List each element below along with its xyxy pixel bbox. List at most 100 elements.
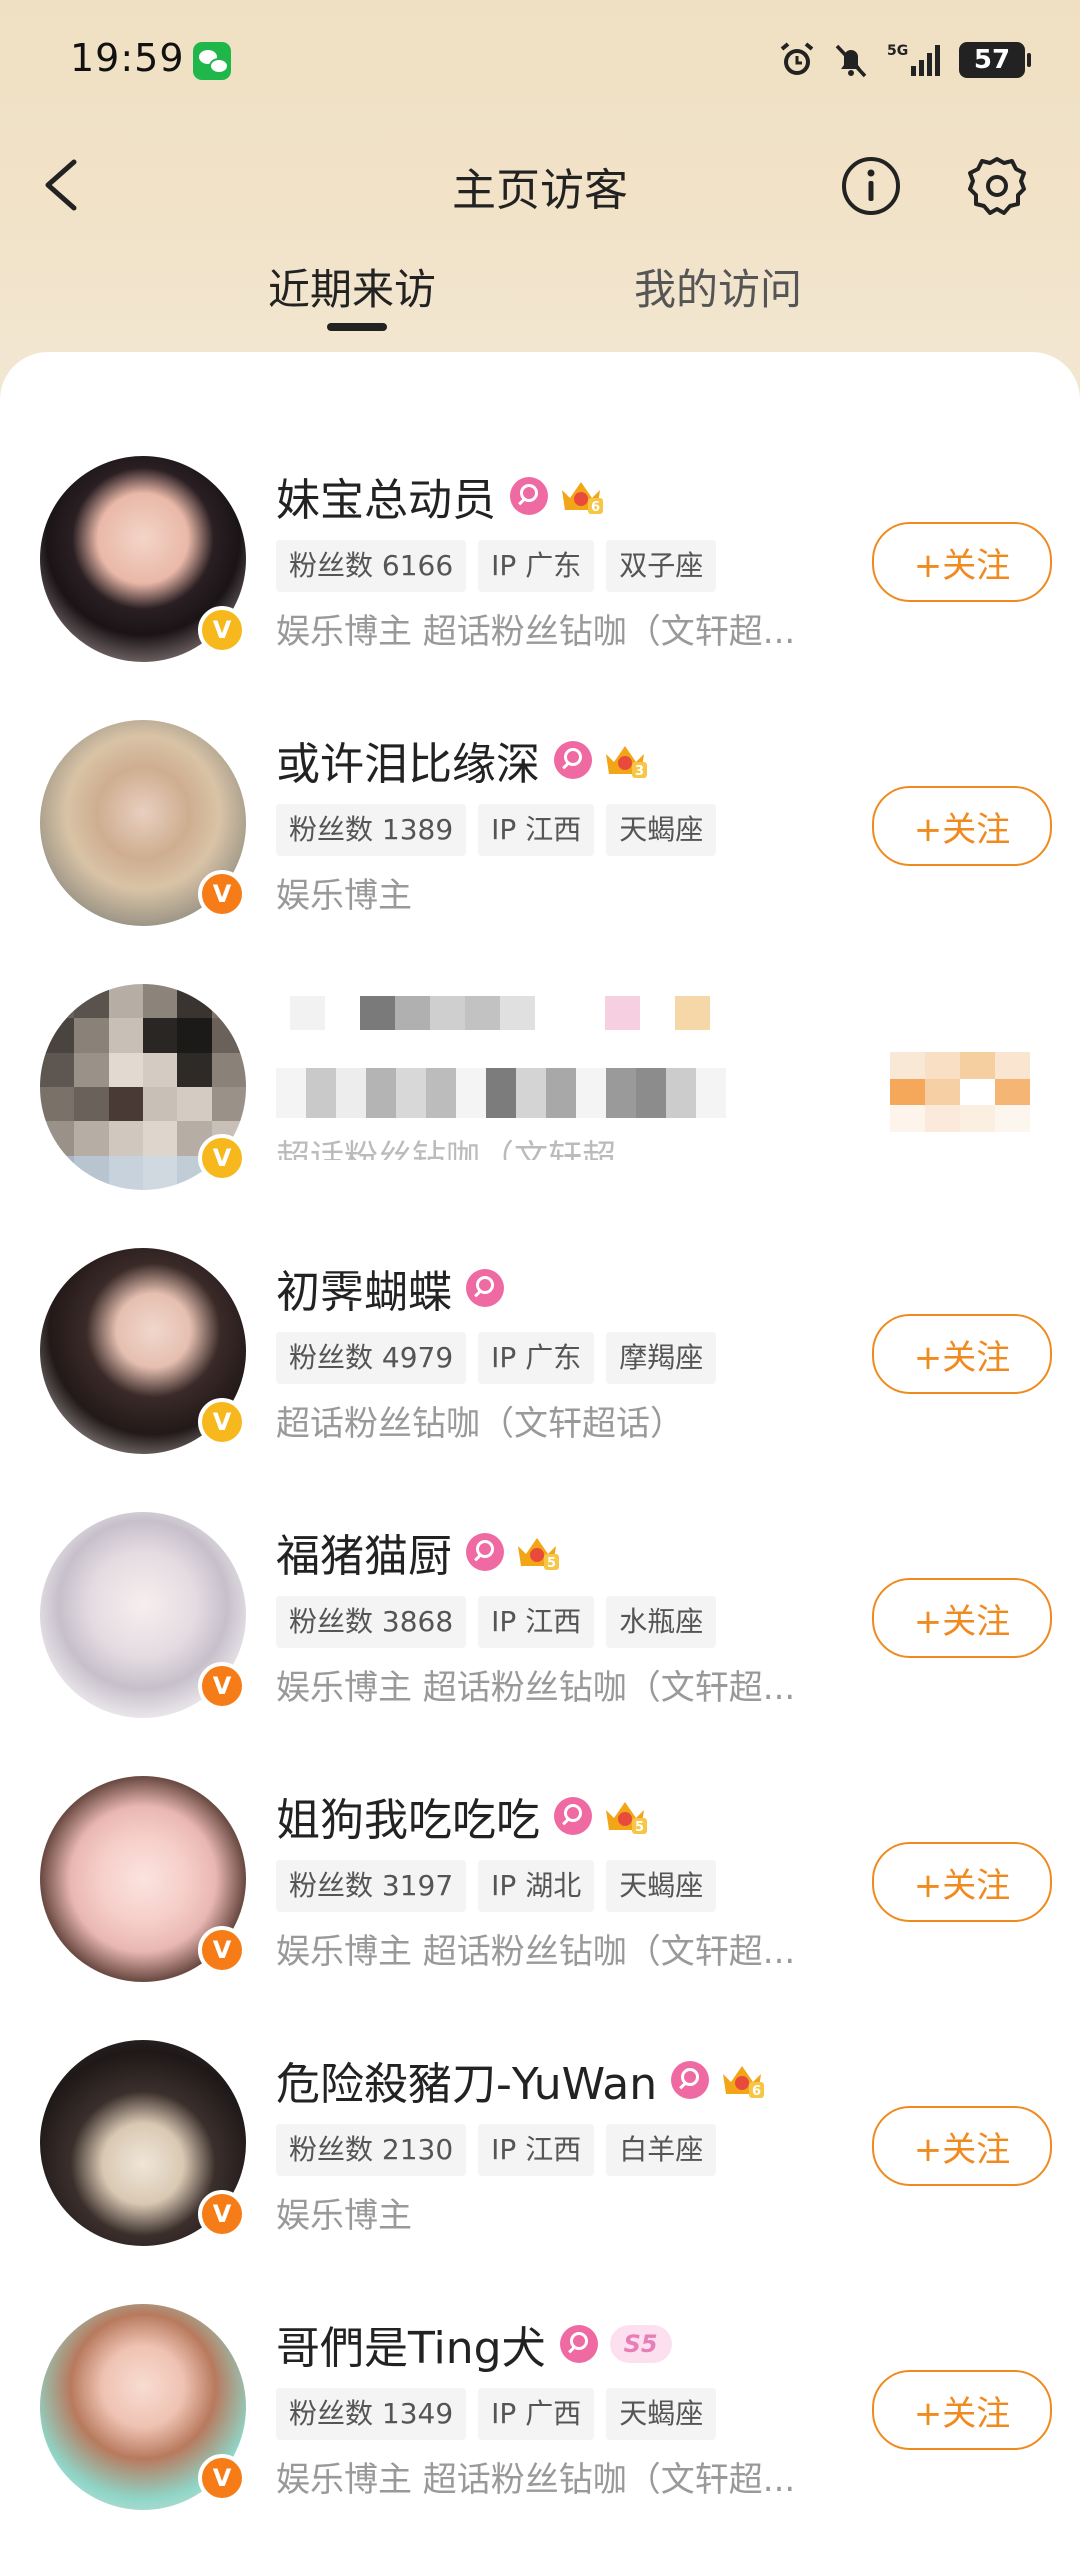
- fans-count-tag: 粉丝数 4979: [276, 1332, 467, 1384]
- username[interactable]: 初霁蝴蝶: [276, 1256, 504, 1320]
- ip-location-tag: IP 江西: [478, 2124, 595, 2176]
- svg-text:5G: 5G: [887, 43, 908, 59]
- username[interactable]: 妹宝总动员 6: [276, 464, 604, 528]
- tags: 粉丝数 1389 IP 江西 天蝎座: [276, 804, 717, 856]
- status-icons: 5G 57: [777, 38, 1031, 82]
- ip-location-tag: IP 广西: [478, 2388, 595, 2440]
- follow-button[interactable]: +关注: [872, 786, 1052, 866]
- follow-label: +关注: [913, 809, 1011, 850]
- zodiac-tag: 天蝎座: [606, 804, 717, 856]
- username[interactable]: 姐狗我吃吃吃 5: [276, 1784, 648, 1848]
- crown-level-icon: 3: [606, 746, 647, 779]
- user-description: 娱乐博主: [276, 876, 412, 916]
- tab-my-visits[interactable]: 我的访问: [634, 256, 802, 317]
- user-description: 娱乐博主 超话粉丝钻咖（文轩超...: [276, 2460, 796, 2500]
- gear-icon[interactable]: [966, 155, 1028, 217]
- username-text: 危险殺豬刀-YuWan: [276, 2059, 658, 2110]
- verified-badge: V: [198, 1926, 246, 1974]
- list-item[interactable]: V 危险殺豬刀-YuWan 6 粉丝数 2130 IP 江西 白羊座 娱乐博主 …: [0, 2038, 1080, 2302]
- female-icon: [554, 1797, 592, 1835]
- username[interactable]: 福猪猫厨 5: [276, 1520, 560, 1584]
- username-text: 妹宝总动员: [276, 475, 496, 526]
- fans-count-tag: 粉丝数 3868: [276, 1596, 467, 1648]
- female-icon: [510, 477, 548, 515]
- status-bar: 19:59 5G 57: [0, 0, 1080, 120]
- username-pixelated: [290, 996, 710, 1030]
- tags: 粉丝数 3868 IP 江西 水瓶座: [276, 1596, 717, 1648]
- list-item-blurred[interactable]: V 超话粉丝钻咖（文轩超: [0, 982, 1080, 1246]
- list-item[interactable]: V 妹宝总动员 6 粉丝数 6166 IP 广东 双子座 娱乐博主 超话粉丝钻咖…: [0, 454, 1080, 718]
- fans-count-tag: 粉丝数 1389: [276, 804, 467, 856]
- user-description: 娱乐博主 超话粉丝钻咖（文轩超...: [276, 612, 796, 652]
- alarm-icon: [780, 42, 814, 75]
- tags: 粉丝数 4979 IP 广东 摩羯座: [276, 1332, 717, 1384]
- follow-label: +关注: [913, 2393, 1011, 2434]
- verified-badge: V: [198, 606, 246, 654]
- svg-text:3: 3: [635, 764, 644, 779]
- username[interactable]: 危险殺豬刀-YuWan 6: [276, 2048, 765, 2112]
- list-item[interactable]: V 哥們是Ting犬 S5 粉丝数 1349 IP 广西 天蝎座 娱乐博主 超话…: [0, 2302, 1080, 2566]
- user-description: 超话粉丝钻咖（文轩超: [276, 1138, 616, 1160]
- female-icon: [466, 1269, 504, 1307]
- username-text: 姐狗我吃吃吃: [276, 1795, 540, 1846]
- svg-text:5: 5: [635, 1820, 644, 1835]
- crown-level-icon: 5: [606, 1802, 647, 1835]
- ip-location-tag: IP 广东: [478, 1332, 595, 1384]
- fans-count-tag: 粉丝数 2130: [276, 2124, 467, 2176]
- page-title: 主页访客: [452, 165, 628, 216]
- fans-count-tag: 粉丝数 6166: [276, 540, 467, 592]
- ip-location-tag: IP 江西: [478, 1596, 595, 1648]
- verified-badge: V: [198, 1134, 246, 1182]
- verified-badge: V: [198, 2190, 246, 2238]
- level-badge: S5: [609, 2325, 672, 2363]
- zodiac-tag: 天蝎座: [606, 2388, 717, 2440]
- verified-badge: V: [198, 2454, 246, 2502]
- tags: 粉丝数 1349 IP 广西 天蝎座: [276, 2388, 717, 2440]
- follow-button[interactable]: +关注: [872, 1314, 1052, 1394]
- tags: 粉丝数 2130 IP 江西 白羊座: [276, 2124, 717, 2176]
- verified-badge: V: [198, 870, 246, 918]
- follow-button[interactable]: +关注: [872, 1842, 1052, 1922]
- active-tab-indicator: [327, 323, 387, 331]
- zodiac-tag: 摩羯座: [606, 1332, 717, 1384]
- battery-icon: 57: [959, 42, 1031, 78]
- female-icon: [671, 2061, 710, 2099]
- fans-count-tag: 粉丝数 1349: [276, 2388, 467, 2440]
- follow-button[interactable]: +关注: [872, 2370, 1052, 2450]
- crown-level-icon: 5: [518, 1538, 559, 1571]
- tags-pixelated: [276, 1068, 726, 1118]
- verified-badge: V: [198, 1398, 246, 1446]
- crown-level-icon: 6: [723, 2066, 765, 2099]
- list-item[interactable]: V 或许泪比缘深 3 粉丝数 1389 IP 江西 天蝎座 娱乐博主 +关注: [0, 718, 1080, 982]
- follow-label: +关注: [913, 1865, 1011, 1906]
- svg-text:6: 6: [591, 500, 600, 515]
- list-item[interactable]: V 初霁蝴蝶 粉丝数 4979 IP 广东 摩羯座 超话粉丝钻咖（文轩超话） +…: [0, 1246, 1080, 1510]
- status-time: 19:59: [70, 36, 185, 80]
- follow-button-pixelated[interactable]: [890, 1052, 1030, 1132]
- username[interactable]: 或许泪比缘深 3: [276, 728, 648, 792]
- follow-button[interactable]: +关注: [872, 522, 1052, 602]
- ip-location-tag: IP 江西: [478, 804, 595, 856]
- ip-location-tag: IP 湖北: [478, 1860, 595, 1912]
- tab-recent-visits[interactable]: 近期来访: [268, 256, 436, 317]
- svg-text:5: 5: [547, 1556, 556, 1571]
- list-item[interactable]: V 姐狗我吃吃吃 5 粉丝数 3197 IP 湖北 天蝎座 娱乐博主 超话粉丝钻…: [0, 1774, 1080, 2038]
- follow-button[interactable]: +关注: [872, 2106, 1052, 2186]
- follow-button[interactable]: +关注: [872, 1578, 1052, 1658]
- verified-badge: V: [198, 1662, 246, 1710]
- wechat-icon: [193, 42, 231, 80]
- ip-location-tag: IP 广东: [478, 540, 595, 592]
- female-icon: [559, 2325, 598, 2363]
- info-icon[interactable]: [840, 155, 902, 217]
- user-description: 娱乐博主 超话粉丝钻咖（文轩超...: [276, 1668, 796, 1708]
- crown-level-icon: 6: [562, 482, 603, 515]
- svg-text:6: 6: [752, 2084, 761, 2099]
- follow-label: +关注: [913, 1601, 1011, 1642]
- 5g-signal-icon: 5G: [887, 43, 940, 76]
- zodiac-tag: 双子座: [606, 540, 717, 592]
- username[interactable]: 哥們是Ting犬 S5: [276, 2312, 672, 2376]
- list-item[interactable]: V 福猪猫厨 5 粉丝数 3868 IP 江西 水瓶座 娱乐博主 超话粉丝钻咖（…: [0, 1510, 1080, 1774]
- zodiac-tag: 天蝎座: [606, 1860, 717, 1912]
- zodiac-tag: 白羊座: [606, 2124, 717, 2176]
- tags: 粉丝数 6166 IP 广东 双子座: [276, 540, 717, 592]
